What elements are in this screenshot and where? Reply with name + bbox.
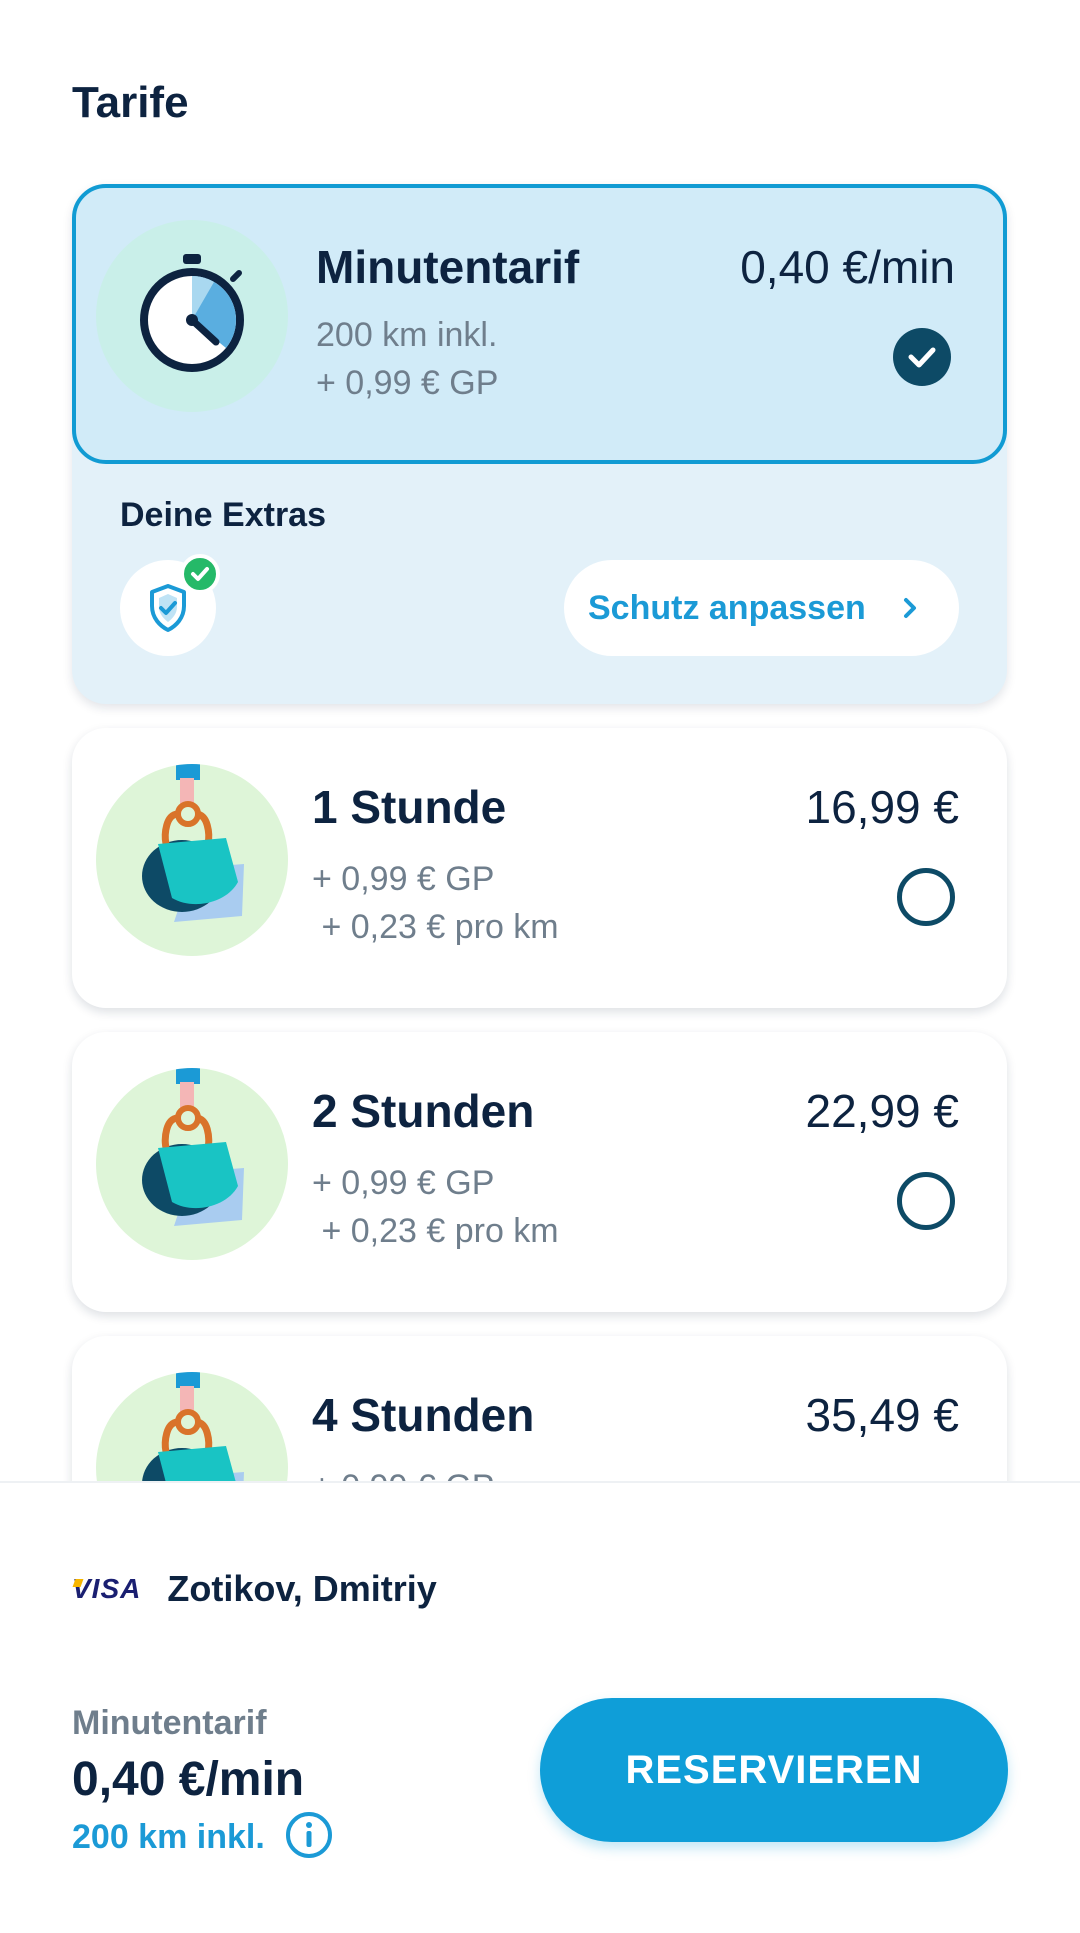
schutz-anpassen-label: Schutz anpassen [588,588,866,627]
tariff-detail-km: 200 km inkl. [316,316,498,354]
tariff-title: Minutentarif [316,241,580,293]
tariff-detail-gp: + 0,99 € GP [312,1468,494,1482]
tariff-title: 2 Stunden [312,1085,535,1137]
radio-unchecked-icon[interactable] [897,1172,955,1230]
summary-tariff-name: Minutentarif [72,1704,267,1742]
tariff-card-minutentarif[interactable]: Minutentarif 0,40 €/min 200 km inkl. + 0… [72,184,1007,464]
page-title: Tarife [72,78,189,127]
tariff-card-4-stunden[interactable]: 4 Stunden 35,49 € + 0,99 € GP [72,1336,1007,1482]
reservieren-label: RESERVIEREN [625,1747,923,1792]
check-badge-icon [180,554,220,594]
tariff-detail-km: + 0,23 € pro km [312,1212,559,1250]
tariff-detail-gp: + 0,99 € GP [312,860,495,898]
shopping-bag-icon [96,764,288,956]
info-icon[interactable] [284,1810,334,1865]
visa-logo: VISA [72,1573,142,1604]
tariff-price: 0,40 €/min [740,241,955,293]
stopwatch-icon [96,220,288,412]
tariff-price: 22,99 € [805,1085,959,1137]
tariff-price: 16,99 € [805,781,959,833]
shopping-bag-icon [96,1068,288,1260]
tariff-detail-km: + 0,23 € pro km [312,908,559,946]
tariff-title: 4 Stunden [312,1389,535,1441]
tariff-card-1-stunde[interactable]: 1 Stunde 16,99 € + 0,99 € GP + 0,23 € pr… [72,728,1007,1008]
tariff-detail-gp: + 0,99 € GP [316,364,499,402]
chevron-right-icon [895,590,925,631]
summary-km-included: 200 km inkl. [72,1818,265,1856]
schutz-anpassen-button[interactable]: Schutz anpassen [564,560,959,656]
payment-card-holder: Zotikov, Dmitriy [167,1568,437,1609]
tariff-price: 35,49 € [805,1389,959,1441]
tariff-list[interactable]: Tarife Deine Extras Schutz anpassen Minu… [0,0,1080,1482]
bottom-sheet-divider [0,1481,1080,1483]
tariff-title: 1 Stunde [312,781,507,833]
tariff-card-2-stunden[interactable]: 2 Stunden 22,99 € + 0,99 € GP + 0,23 € p… [72,1032,1007,1312]
radio-unchecked-icon[interactable] [897,868,955,926]
shopping-bag-icon [96,1372,288,1482]
reservieren-button[interactable]: RESERVIEREN [540,1698,1008,1842]
radio-checked-icon[interactable] [893,328,951,386]
summary-price: 0,40 €/min [72,1753,305,1806]
tariff-detail-gp: + 0,99 € GP [312,1164,495,1202]
extras-label: Deine Extras [120,496,326,534]
payment-method[interactable]: VISA Zotikov, Dmitriy [72,1568,437,1610]
